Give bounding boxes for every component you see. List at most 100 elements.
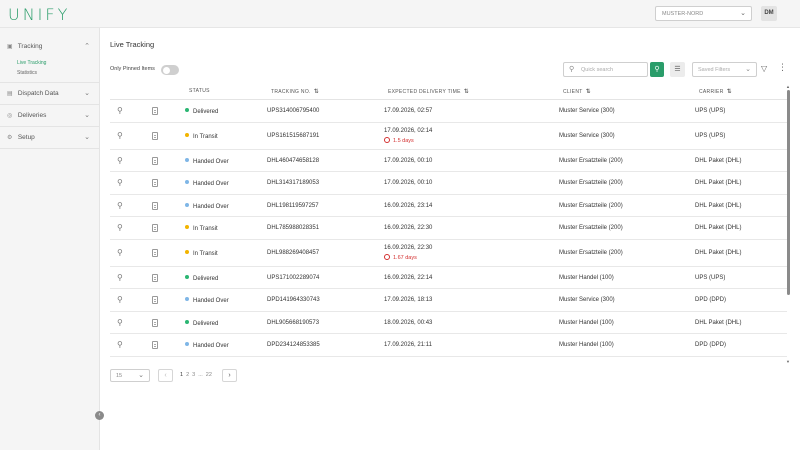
- sidebar-group-setup[interactable]: ⚙ Setup ⌄: [0, 127, 99, 149]
- pin-icon[interactable]: ⚲: [117, 131, 123, 140]
- more-options-icon[interactable]: ⋮: [778, 62, 787, 73]
- document-icon[interactable]: [152, 341, 158, 349]
- tracking-number[interactable]: UPS314006795400: [267, 108, 319, 114]
- saved-filters-select[interactable]: Saved Filters ⌄: [692, 62, 757, 77]
- filter-icon[interactable]: ▽: [761, 64, 767, 73]
- carrier-cell: DHL Paket (DHL): [695, 249, 742, 256]
- page-number[interactable]: 22: [206, 372, 212, 378]
- pin-icon[interactable]: ⚲: [117, 178, 123, 187]
- table-row[interactable]: ⚲ Handed Over DPD234124853385 17.09.2026, 2…: [110, 334, 787, 357]
- pin-icon[interactable]: ⚲: [117, 340, 123, 349]
- column-header-tracking[interactable]: TRACKING NO. ⇅: [271, 88, 319, 95]
- scrollbar-thumb[interactable]: [787, 90, 790, 295]
- expected-time: 16.09.2026, 23:14: [384, 202, 433, 209]
- document-icon[interactable]: [152, 224, 158, 232]
- top-header: UNIFY MUSTER-NORD ⌄ DM: [0, 0, 800, 28]
- table-header: STATUS TRACKING NO. ⇅ EXPECTED DELIVERY T…: [110, 83, 787, 100]
- client-cell: Muster Ersatzteile (200): [559, 249, 623, 256]
- saved-filters-placeholder: Saved Filters: [698, 67, 731, 73]
- sort-icon[interactable]: ⇅: [314, 89, 319, 95]
- sidebar-group-dispatch-data[interactable]: ▤ Dispatch Data ⌄: [0, 83, 99, 105]
- scroll-up-icon[interactable]: ▲: [786, 84, 790, 89]
- sidebar-group-label: Tracking: [17, 43, 43, 50]
- tracking-number[interactable]: UPS161515687191: [267, 133, 319, 139]
- sidebar-group-tracking[interactable]: ▣ Tracking ⌃: [0, 36, 99, 58]
- pin-icon[interactable]: ⚲: [117, 295, 123, 304]
- document-icon[interactable]: [152, 179, 158, 187]
- expected-time-cell: 16.09.2026, 22:14: [384, 275, 432, 281]
- tracking-number[interactable]: DHL314317189053: [267, 180, 319, 186]
- tracking-number[interactable]: UPS171002289074: [267, 275, 319, 281]
- tracking-number[interactable]: DHL988269408457: [267, 250, 319, 256]
- pin-icon[interactable]: ⚲: [117, 223, 123, 232]
- tracking-number[interactable]: DHL905668190573: [267, 320, 319, 326]
- table-row[interactable]: ⚲ In Transit DHL785988028351 16.09.2026, 22…: [110, 217, 787, 240]
- sort-icon[interactable]: ⇅: [464, 89, 469, 95]
- table-row[interactable]: ⚲ Handed Over DHL460474658128 17.09.2026, 0…: [110, 150, 787, 172]
- table-row[interactable]: ⚲ In Transit UPS161515687191 17.09.2026, 02…: [110, 123, 787, 150]
- table-row[interactable]: ⚲ Delivered UPS171002289074 16.09.2026, 22:…: [110, 267, 787, 289]
- column-header-client[interactable]: CLIENT ⇅: [563, 88, 591, 95]
- collapse-sidebar-button[interactable]: ‹: [95, 411, 104, 420]
- page-number[interactable]: 2: [186, 372, 189, 378]
- document-icon[interactable]: [152, 296, 158, 304]
- tracking-subnav: Live Tracking Statistics: [0, 58, 99, 83]
- pin-icon[interactable]: ⚲: [117, 318, 123, 327]
- sidebar-item-statistics[interactable]: Statistics: [17, 68, 99, 78]
- document-icon[interactable]: [152, 107, 158, 115]
- tracking-number[interactable]: DPD141964330743: [267, 297, 320, 303]
- pin-icon[interactable]: ⚲: [117, 273, 123, 282]
- client-cell: Muster Ersatzteile (200): [559, 157, 623, 164]
- column-header-expected[interactable]: EXPECTED DELIVERY TIME ⇅: [388, 88, 469, 95]
- table-row[interactable]: ⚲ Handed Over DHL314317189053 17.09.2026, 0…: [110, 172, 787, 195]
- tracking-number[interactable]: DHL785988028351: [267, 225, 319, 231]
- sort-icon[interactable]: ⇅: [586, 89, 591, 95]
- previous-page-button[interactable]: ‹: [158, 369, 173, 382]
- sidebar-item-live-tracking[interactable]: Live Tracking: [17, 58, 99, 68]
- next-page-button[interactable]: ›: [222, 369, 237, 382]
- document-icon[interactable]: [152, 201, 158, 210]
- truck-icon: ▣: [7, 44, 13, 50]
- filter-settings-button[interactable]: ☰: [670, 62, 685, 77]
- expected-time: 17.09.2026, 02:14: [384, 127, 433, 134]
- page-number[interactable]: 3: [192, 372, 195, 378]
- page-size-select[interactable]: 15 ⌄: [110, 369, 150, 382]
- document-icon[interactable]: [152, 131, 158, 140]
- tracking-number[interactable]: DPD234124853385: [267, 342, 320, 348]
- app-logo[interactable]: UNIFY: [8, 5, 70, 24]
- table-scrollbar[interactable]: ▲ ▼: [786, 84, 791, 364]
- page-number[interactable]: 1: [180, 372, 183, 378]
- table-row[interactable]: ⚲ Delivered DHL905668190573 18.09.2026, 00:…: [110, 312, 787, 334]
- carrier-cell: DHL Paket (DHL): [695, 225, 742, 231]
- table-row[interactable]: ⚲ Delivered UPS314006795400 17.09.2026, 02:…: [110, 100, 787, 123]
- sort-icon[interactable]: ⇅: [727, 89, 732, 95]
- document-icon[interactable]: [152, 156, 158, 165]
- search-button[interactable]: ⚲: [650, 62, 664, 77]
- pin-icon[interactable]: ⚲: [117, 248, 123, 257]
- status-cell: Delivered: [185, 108, 218, 115]
- pinned-items-toggle[interactable]: [161, 65, 179, 75]
- column-header-carrier[interactable]: CARRIER ⇅: [699, 88, 732, 95]
- tracking-number[interactable]: DHL198119597257: [267, 203, 319, 209]
- delay-warning: 1.67 days: [384, 253, 432, 261]
- pin-icon[interactable]: ⚲: [117, 201, 123, 210]
- client-cell: Muster Ersatzteile (200): [559, 202, 623, 209]
- document-icon[interactable]: [152, 273, 158, 282]
- table-row[interactable]: ⚲ Handed Over DHL198119597257 16.09.2026, 2…: [110, 195, 787, 217]
- client-cell: Muster Service (300): [559, 297, 615, 303]
- pin-icon[interactable]: ⚲: [117, 106, 123, 115]
- quick-search-input[interactable]: ⚲ Quick search: [563, 62, 648, 77]
- sidebar-group-deliveries[interactable]: ◎ Deliveries ⌄: [0, 105, 99, 127]
- scroll-down-icon[interactable]: ▼: [786, 359, 790, 364]
- tracking-number[interactable]: DHL460474658128: [267, 158, 319, 164]
- sidebar-group-label: Dispatch Data: [17, 90, 59, 97]
- user-avatar[interactable]: DM: [761, 6, 777, 21]
- table-row[interactable]: ⚲ In Transit DHL988269408457 16.09.2026, 22…: [110, 240, 787, 267]
- table-row[interactable]: ⚲ Handed Over DPD141964330743 17.09.2026, 1…: [110, 289, 787, 312]
- document-icon[interactable]: [152, 248, 158, 257]
- pin-icon[interactable]: ⚲: [117, 156, 123, 165]
- location-select[interactable]: MUSTER-NORD ⌄: [655, 6, 752, 21]
- client-cell: Muster Handel (100): [559, 274, 614, 281]
- client-cell: Muster Ersatzteile (200): [559, 225, 623, 231]
- document-icon[interactable]: [152, 318, 158, 327]
